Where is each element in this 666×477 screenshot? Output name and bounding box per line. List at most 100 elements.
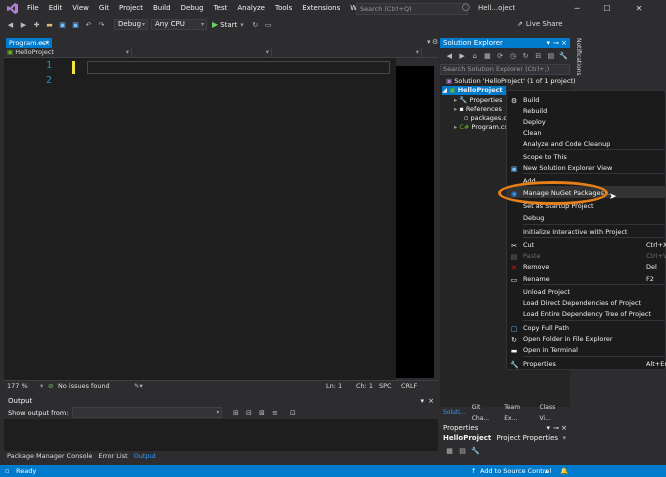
context-menu-item[interactable]: ⚙ Build [506,95,666,106]
project-dropdown[interactable]: ▣ HelloProject ▾ [4,48,132,57]
output-source-select[interactable]: ▾ [72,407,223,418]
solution-search-input[interactable]: Search Solution Explorer (Ctrl+;) [440,64,570,75]
categorized-icon[interactable]: ▦ [444,446,455,457]
new-item-icon[interactable]: ✚ [31,19,42,30]
account-icon[interactable]: ◯ [462,3,472,13]
close-tab-icon[interactable]: × [45,38,50,48]
notifications-icon[interactable]: 🔔 [560,465,568,477]
back-icon[interactable]: ◀ [444,51,455,62]
context-menu-item[interactable]: ▢ Copy Full Path [506,323,666,334]
context-menu-item[interactable]: Load Direct Dependencies of Project [506,298,666,309]
zoom-level[interactable]: 177 % [7,381,28,392]
forward-icon[interactable]: ▶ [18,19,29,30]
tree-item-properties[interactable]: ▸ 🔧 Properties [454,96,502,105]
start-button[interactable]: ▶ Start ▾ [212,20,244,29]
tab-output[interactable]: Output [131,451,160,462]
window-icon[interactable]: ▭ [263,19,274,30]
context-menu-item[interactable]: ▭ Rename F2 [506,274,666,285]
property-pages-icon[interactable]: 🔧 [470,446,481,457]
save-icon[interactable]: ▣ [57,19,68,30]
home-icon[interactable]: ⌂ [469,51,480,62]
alphabetical-icon[interactable]: ▤ [457,446,468,457]
add-to-source-control[interactable]: Add to Source Control [480,465,551,477]
tab-program-cs[interactable]: Program.cs* ⊸ × [6,38,52,48]
maximize-button[interactable]: ☐ [596,0,618,17]
context-menu-item[interactable]: ▤ Paste Ctrl+V [506,251,666,262]
notifications-tab[interactable]: Notifications [572,38,582,98]
back-icon[interactable]: ◀ [5,19,16,30]
context-menu-item[interactable]: ✕ Remove Del [506,262,666,273]
clear-icon[interactable]: ⊠ [256,407,267,418]
tab-error-list[interactable]: Error List [95,451,130,462]
pin-icon[interactable]: ⊸ [38,38,43,48]
menu-git[interactable]: Git [94,0,114,17]
dropdown-icon[interactable]: ▾ [546,423,550,433]
menu-analyze[interactable]: Analyze [232,0,270,17]
open-folder-icon[interactable]: ▬ [44,19,55,30]
menu-tools[interactable]: Tools [270,0,297,17]
context-menu-item[interactable]: Initialize Interactive with Project [506,227,666,238]
settings-icon[interactable]: ⚙ [432,38,438,46]
expand-icon[interactable]: ◢ [442,86,447,94]
context-menu-item[interactable]: Scope to This [506,152,666,163]
tree-item-program-cs[interactable]: ▸ C# Program.cs [454,123,508,132]
pin-icon[interactable]: ⊸ [553,38,559,48]
brush-icon[interactable]: ✎▾ [134,381,143,392]
find-icon[interactable]: ⊞ [230,407,241,418]
refresh-icon[interactable]: ↻ [520,51,531,62]
collapse-arrow-icon[interactable]: ▸ [454,123,457,131]
context-menu-item[interactable]: Clean [506,128,666,139]
show-files-icon[interactable]: ▤ [546,51,557,62]
menu-test[interactable]: Test [209,0,233,17]
context-menu-item[interactable]: Unload Project [506,287,666,298]
tab-class-view[interactable]: Class Vi... [536,402,570,424]
tab-list-icon[interactable]: ▾ [427,38,431,46]
context-menu-item[interactable]: Load Entire Dependency Tree of Project [506,309,666,320]
platform-select[interactable]: Any CPU ▾ [151,19,207,30]
undo-icon[interactable]: ↶ [83,19,94,30]
menu-debug[interactable]: Debug [176,0,209,17]
live-share-button[interactable]: ⇗ Live Share [517,17,563,32]
zoom-dropdown-icon[interactable]: ▾ [40,381,43,392]
config-select[interactable]: Debug ▾ [114,19,148,30]
context-menu-item[interactable]: ✂ Cut Ctrl+X [506,240,666,251]
line-ending-indicator[interactable]: CRLF [401,381,417,392]
tab-git-changes[interactable]: Git Cha... [469,402,502,424]
context-menu-item[interactable]: Analyze and Code Cleanup [506,139,666,150]
hot-reload-icon[interactable]: ↻ [250,19,261,30]
context-menu-item[interactable]: ↻ Open Folder in File Explorer [506,334,666,345]
search-input[interactable]: Search (Ctrl+Q) [356,3,468,15]
redo-icon[interactable]: ↷ [96,19,107,30]
close-button[interactable]: ✕ [628,0,650,17]
pin-icon[interactable]: ▾ [420,396,424,406]
member-dropdown[interactable]: ▾ [272,48,422,57]
properties-subject[interactable]: HelloProject Project Properties ▾ [440,433,570,444]
context-menu-item[interactable]: Debug [506,213,666,224]
context-menu-item[interactable]: ▣ New Solution Explorer View [506,163,666,174]
menu-extensions[interactable]: Extensions [297,0,345,17]
save-all-icon[interactable]: ▣ [70,19,81,30]
context-menu-item[interactable]: ▬ Open in Terminal [506,345,666,356]
collapse-arrow-icon[interactable]: ▸ [454,105,457,113]
tab-team-explorer[interactable]: Team Ex... [501,402,536,424]
minimize-button[interactable]: ─ [566,0,588,17]
collapse-icon[interactable]: ⊟ [533,51,544,62]
menu-build[interactable]: Build [148,0,176,17]
close-icon[interactable]: × [561,423,567,433]
wrap-icon[interactable]: ≡ [269,407,280,418]
code-editor[interactable] [4,58,396,380]
menu-project[interactable]: Project [114,0,148,17]
sync-icon[interactable]: ⟳ [495,51,506,62]
tree-project[interactable]: ◢ ▣ HelloProject [442,86,506,95]
properties-icon[interactable]: 🔧 [558,51,569,62]
dropdown-icon[interactable]: ▾ [546,38,550,48]
menu-edit[interactable]: Edit [44,0,68,17]
tab-solution-explorer[interactable]: Soluti... [440,407,469,418]
tree-item-references[interactable]: ▸ ▪ References [454,105,502,114]
lock-icon[interactable]: ⊡ [287,407,298,418]
issues-status[interactable]: No issues found [58,381,110,392]
menu-file[interactable]: File [22,0,44,17]
minimap[interactable] [396,66,434,378]
menu-view[interactable]: View [67,0,94,17]
prev-icon[interactable]: ⊟ [243,407,254,418]
